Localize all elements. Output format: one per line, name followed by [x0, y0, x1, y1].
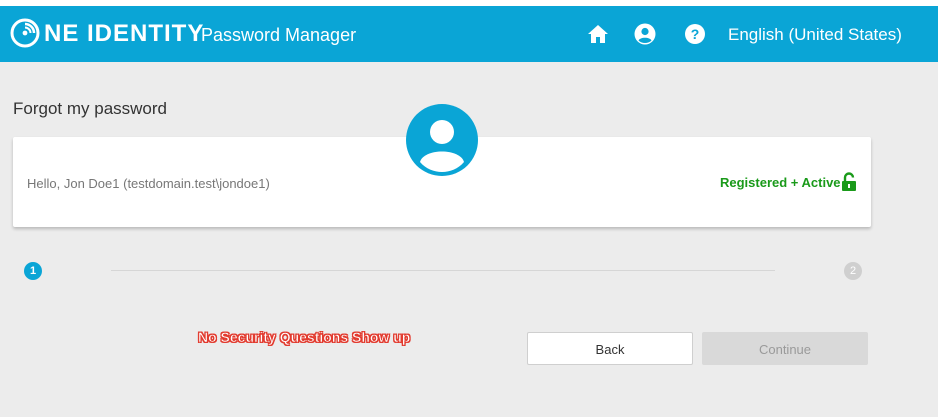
- unlocked-icon: [842, 172, 856, 191]
- home-icon[interactable]: [586, 22, 610, 46]
- user-avatar-icon: [406, 104, 478, 176]
- annotation-text: No Security Questions Show up: [198, 329, 411, 346]
- back-button[interactable]: Back: [527, 332, 693, 365]
- app-title: Password Manager: [201, 25, 357, 45]
- continue-button[interactable]: Continue: [702, 332, 868, 365]
- step-indicator-2: 2: [844, 262, 862, 280]
- svg-text:?: ?: [691, 26, 700, 42]
- one-identity-logo-icon: [10, 18, 40, 48]
- user-greeting: Hello, Jon Doe1 (testdomain.test\jondoe1…: [27, 176, 270, 191]
- status-badge: Registered + Active: [720, 175, 841, 190]
- help-icon[interactable]: ?: [683, 22, 707, 46]
- logo-text: NE IDENTITY: [44, 20, 205, 47]
- user-icon[interactable]: [633, 22, 657, 46]
- step-progress-line: [111, 270, 775, 271]
- page-title: Forgot my password: [13, 99, 167, 118]
- language-selector[interactable]: English (United States): [728, 23, 902, 47]
- step-indicator-1: 1: [24, 262, 42, 280]
- app-header: NE IDENTITY Password Manager ? English (…: [0, 6, 938, 62]
